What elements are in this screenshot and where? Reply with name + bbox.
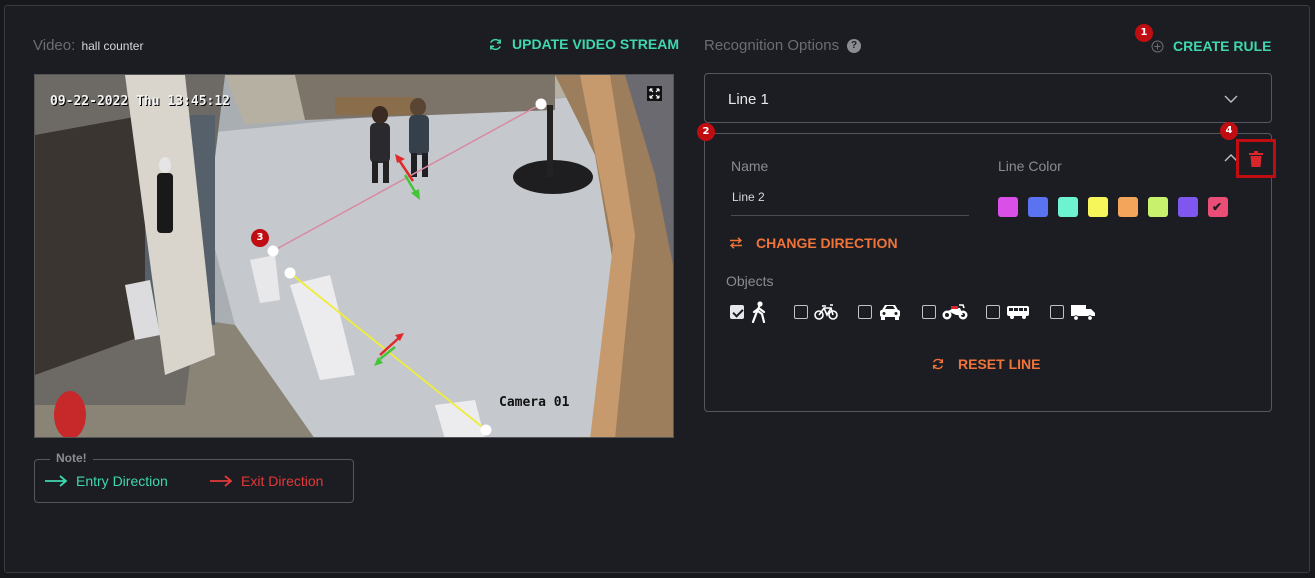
object-filter-bicycle[interactable] [794, 300, 858, 324]
color-swatch[interactable] [998, 197, 1018, 217]
truck-checkbox[interactable] [1050, 305, 1064, 319]
color-swatch[interactable] [1178, 197, 1198, 217]
callout-badge-1: 1 [1135, 24, 1153, 42]
line-1-accordion[interactable]: Line 1 [704, 73, 1272, 123]
entry-direction-legend: Entry Direction [44, 473, 168, 489]
help-icon[interactable]: ? [847, 38, 862, 53]
color-swatch[interactable] [1148, 197, 1168, 217]
camera-scene [35, 75, 673, 437]
name-input-underline [731, 215, 969, 216]
car-icon [880, 305, 900, 320]
video-timestamp: 09-22-2022 Thu 13:45:12 [50, 94, 231, 109]
bicycle-checkbox[interactable] [794, 305, 808, 319]
objects-label: Objects [726, 273, 774, 289]
entry-direction-label: Entry Direction [76, 473, 168, 489]
trash-icon [1249, 151, 1263, 167]
direction-note: Note! Entry Direction Exit Direction [34, 451, 354, 503]
video-title: Video: hall counter [33, 37, 143, 54]
pedestrian-checkbox[interactable] [730, 305, 744, 319]
pedestrian-icon [751, 301, 766, 323]
delete-line-button[interactable] [1236, 139, 1276, 178]
car-checkbox[interactable] [858, 305, 872, 319]
color-swatch[interactable] [1088, 197, 1108, 217]
color-swatch[interactable] [1028, 197, 1048, 217]
video-name: hall counter [81, 39, 144, 53]
object-filters [730, 300, 1114, 324]
reset-line-button[interactable]: RESET LINE [931, 356, 1040, 372]
camera-label: Camera 01 [499, 395, 570, 410]
object-filter-truck[interactable] [1050, 300, 1114, 324]
swap-icon [729, 237, 743, 249]
line-2-panel: Name Line 2 Line Color ✔ CHANGE DIRECTIO… [704, 133, 1276, 412]
video-preview[interactable]: 09-22-2022 Thu 13:45:12 Camera 01 [34, 74, 674, 438]
motorcycle-checkbox[interactable] [922, 305, 936, 319]
name-field-label: Name [731, 158, 769, 174]
motorcycle-icon [942, 304, 968, 320]
bicycle-icon [814, 304, 838, 320]
recognition-options-label: Recognition Options [704, 37, 840, 54]
object-filter-motorcycle[interactable] [922, 300, 986, 324]
change-direction-button[interactable]: CHANGE DIRECTION [729, 235, 898, 251]
create-rule-label: CREATE RULE [1173, 38, 1272, 54]
checkmark-icon: ✔ [1212, 200, 1223, 214]
callout-badge-2: 2 [697, 123, 715, 141]
arrow-right-icon [45, 475, 68, 487]
object-filter-pedestrian[interactable] [730, 300, 794, 324]
line-color-swatches: ✔ [998, 197, 1228, 217]
create-rule-button[interactable]: CREATE RULE [1151, 38, 1272, 54]
line-color-label: Line Color [998, 158, 1062, 174]
color-swatch[interactable] [1058, 197, 1078, 217]
add-circle-icon [1151, 40, 1164, 52]
refresh-icon [490, 38, 501, 50]
truck-icon [1071, 304, 1095, 321]
note-label: Note! [50, 451, 93, 465]
line-name-input[interactable]: Line 2 [732, 190, 765, 204]
color-swatch-selected[interactable]: ✔ [1208, 197, 1228, 217]
change-direction-label: CHANGE DIRECTION [756, 235, 898, 251]
exit-direction-label: Exit Direction [241, 473, 324, 489]
object-filter-car[interactable] [858, 300, 922, 324]
chevron-down-icon[interactable] [1224, 95, 1238, 103]
update-video-stream-button[interactable]: UPDATE VIDEO STREAM [488, 36, 679, 52]
refresh-icon [932, 358, 944, 370]
object-filter-bus[interactable] [986, 300, 1050, 324]
video-title-label: Video: [33, 37, 76, 54]
fullscreen-icon[interactable] [647, 86, 662, 101]
line-1-label: Line 1 [728, 91, 769, 108]
recognition-options-title: Recognition Options ? [704, 37, 862, 54]
color-swatch[interactable] [1118, 197, 1138, 217]
update-video-stream-label: UPDATE VIDEO STREAM [512, 36, 679, 52]
arrow-right-icon [210, 475, 233, 487]
callout-badge-3: 3 [251, 229, 269, 247]
callout-badge-4: 4 [1220, 122, 1238, 140]
bus-icon [1007, 306, 1029, 319]
reset-line-label: RESET LINE [958, 356, 1041, 372]
exit-direction-legend: Exit Direction [209, 473, 323, 489]
bus-checkbox[interactable] [986, 305, 1000, 319]
